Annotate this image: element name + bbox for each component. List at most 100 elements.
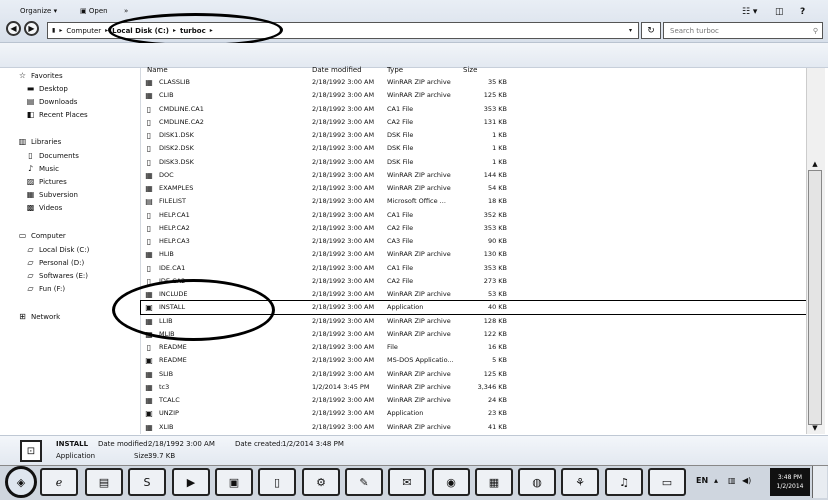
nav-local-disk-c[interactable]: ▱ Local Disk (C:) — [26, 246, 89, 255]
file-icon: ▯ — [146, 157, 152, 167]
file-row[interactable]: ▦ SLIB 2/18/1992 3:00 AM WinRAR ZIP archive… — [141, 368, 806, 381]
taskbar-settings-icon[interactable]: ⚘ — [561, 468, 599, 496]
nav-downloads[interactable]: ▤ Downloads — [26, 97, 78, 107]
file-name: README — [159, 356, 187, 365]
file-row[interactable]: ▯ CMDLINE.CA2 2/18/1992 3:00 AM CA2 File 131… — [141, 116, 806, 129]
taskbar-window-icon[interactable]: ▣ — [215, 468, 253, 496]
nav-videos[interactable]: ▩ Videos — [26, 203, 63, 213]
details-date-created-label: Date created: — [235, 440, 283, 448]
tray-expand-icon[interactable]: ▴ — [714, 476, 718, 485]
file-row[interactable]: ▯ HELP.CA3 2/18/1992 3:00 AM CA3 File 90 KB — [141, 235, 806, 248]
file-row[interactable]: ▦ DOC 2/18/1992 3:00 AM WinRAR ZIP archive 1… — [141, 169, 806, 182]
nav-desktop[interactable]: ▬ Desktop — [26, 85, 68, 94]
column-date-modified[interactable]: Date modified — [312, 66, 362, 74]
file-row[interactable]: ▯ DISK3.DSK 2/18/1992 3:00 AM DSK File 1 KB — [141, 156, 806, 169]
scroll-up-icon[interactable]: ▲ — [806, 160, 824, 170]
nav-network[interactable]: ⊞ Network — [18, 313, 60, 322]
nav-subversion[interactable]: ▦ Subversion — [26, 191, 78, 200]
downloads-icon: ▤ — [26, 97, 35, 106]
file-row[interactable]: ▯ DISK1.DSK 2/18/1992 3:00 AM DSK File 1 KB — [141, 129, 806, 142]
taskbar-ie-icon[interactable]: ℯ — [40, 468, 78, 496]
file-row[interactable]: ▤ FILELIST 2/18/1992 3:00 AM Microsoft Offi… — [141, 195, 806, 208]
refresh-button[interactable]: ↻ — [641, 22, 661, 39]
search-input[interactable]: Search turboc ⚲ — [663, 22, 823, 39]
nav-recent-places[interactable]: ◧ Recent Places — [26, 111, 88, 120]
language-indicator[interactable]: EN — [696, 476, 708, 485]
tray-volume-icon[interactable]: ◀) — [742, 476, 751, 485]
file-date-modified: 2/18/1992 3:00 AM — [312, 91, 375, 100]
file-row[interactable]: ▯ HELP.CA1 2/18/1992 3:00 AM CA1 File 352 KB — [141, 209, 806, 222]
file-row[interactable]: ▦ CLIB 2/18/1992 3:00 AM WinRAR ZIP archive… — [141, 89, 806, 102]
taskbar-media-icon[interactable]: ▶ — [172, 468, 210, 496]
file-row[interactable]: ▯ HELP.CA2 2/18/1992 3:00 AM CA2 File 353 KB — [141, 222, 806, 235]
breadcrumb-computer[interactable]: Computer — [66, 27, 101, 35]
file-date-modified: 2/18/1992 3:00 AM — [312, 184, 375, 192]
folder-icon: ▮ — [52, 27, 56, 34]
file-row[interactable]: ▯ IDE.CA1 2/18/1992 3:00 AM CA1 File 353 KB — [141, 262, 806, 275]
nav-libraries[interactable]: ▥ Libraries — [18, 138, 62, 147]
file-row[interactable]: ▦ HLIB 2/18/1992 3:00 AM WinRAR ZIP archive… — [141, 248, 806, 261]
change-view-icon[interactable]: ☷ ▾ — [742, 7, 757, 17]
file-size: 41 KB — [487, 422, 507, 431]
tray-clock[interactable]: 3:48 PM 1/2/2014 — [770, 468, 810, 496]
install-app-icon: ⊡ — [20, 440, 42, 462]
taskbar-tool-icon[interactable]: ⚙ — [302, 468, 340, 496]
scroll-down-icon[interactable]: ▼ — [806, 424, 824, 434]
file-row[interactable]: ▦ XLIB 2/18/1992 3:00 AM WinRAR ZIP archive… — [141, 421, 806, 434]
file-size: 3,346 KB — [477, 382, 507, 391]
file-name: XLIB — [159, 422, 174, 431]
start-button[interactable]: ◈ — [5, 466, 37, 498]
taskbar-explorer-icon[interactable]: ▤ — [85, 468, 123, 496]
column-size[interactable]: Size — [463, 66, 477, 74]
column-type[interactable]: Type — [387, 66, 403, 74]
address-dropdown-icon[interactable]: ▾ — [629, 27, 632, 34]
file-row[interactable]: ▣ README 2/18/1992 3:00 AM MS-DOS Applicati… — [141, 354, 806, 367]
taskbar-pen-icon[interactable]: ✎ — [345, 468, 383, 496]
file-row[interactable]: ▯ DISK2.DSK 2/18/1992 3:00 AM DSK File 1 KB — [141, 142, 806, 155]
file-row[interactable]: ▯ CMDLINE.CA1 2/18/1992 3:00 AM CA1 File 353… — [141, 103, 806, 116]
nav-computer[interactable]: ▭ Computer — [18, 232, 66, 241]
toolbar-more-button[interactable]: » — [124, 7, 128, 15]
organize-button[interactable]: Organize ▾ — [20, 7, 57, 15]
taskbar-music-icon[interactable]: ♫ — [605, 468, 643, 496]
file-date-modified: 2/18/1992 3:00 AM — [312, 170, 375, 179]
taskbar-browser-icon[interactable]: ◍ — [518, 468, 556, 496]
nav-personal-d[interactable]: ▱ Personal (D:) — [26, 259, 84, 268]
scrollbar-thumb[interactable] — [808, 170, 822, 425]
taskbar-document-icon[interactable]: ▯ — [258, 468, 296, 496]
clock-date: 1/2/2014 — [776, 483, 804, 490]
nav-softwares-e[interactable]: ▱ Softwares (E:) — [26, 272, 88, 281]
show-desktop-button[interactable] — [812, 466, 827, 498]
nav-music[interactable]: ♪ Music — [26, 165, 59, 174]
videos-icon: ▩ — [26, 203, 35, 212]
taskbar-terminal-icon[interactable]: ▭ — [648, 468, 686, 496]
file-name: EXAMPLES — [159, 184, 194, 192]
taskbar-image-icon[interactable]: ▦ — [475, 468, 513, 496]
nav-documents[interactable]: ▯ Documents — [26, 152, 79, 161]
file-date-modified: 2/18/1992 3:00 AM — [312, 422, 375, 431]
file-size: 128 KB — [483, 316, 507, 325]
preview-pane-icon[interactable]: ◫ — [775, 7, 784, 17]
file-icon: ▯ — [146, 104, 152, 114]
tray-network-icon[interactable]: ▥ — [728, 476, 736, 485]
file-icon: ▯ — [146, 131, 152, 140]
nav-fun-f[interactable]: ▱ Fun (F:) — [26, 285, 65, 294]
file-row[interactable]: ▦ EXAMPLES 2/18/1992 3:00 AM WinRAR ZIP arc… — [141, 182, 806, 195]
file-row[interactable]: ▦ TCALC 2/18/1992 3:00 AM WinRAR ZIP archiv… — [141, 394, 806, 407]
open-button[interactable]: ▣ Open — [80, 7, 108, 15]
nav-pictures[interactable]: ▨ Pictures — [26, 178, 67, 187]
zip-archive-icon: ▦ — [145, 170, 153, 180]
file-row[interactable]: ▦ CLASSLIB 2/18/1992 3:00 AM WinRAR ZIP arc… — [141, 76, 806, 89]
file-row[interactable]: ▣ UNZIP 2/18/1992 3:00 AM Application 23 KB — [141, 407, 806, 420]
nav-favorites[interactable]: ☆ Favorites — [18, 72, 63, 81]
back-button[interactable]: ◀ — [6, 21, 21, 36]
taskbar-app-icon[interactable]: S — [128, 468, 166, 496]
file-row[interactable]: ▦ tc3 1/2/2014 3:45 PM WinRAR ZIP archive 3,… — [141, 381, 806, 394]
taskbar-mail-icon[interactable]: ✉ — [388, 468, 426, 496]
column-name[interactable]: Name — [147, 66, 168, 74]
file-size: 23 KB — [487, 409, 507, 418]
file-row[interactable]: ▯ README 2/18/1992 3:00 AM File 16 KB — [141, 341, 806, 354]
forward-button[interactable]: ▶ — [24, 21, 39, 36]
help-icon[interactable]: ? — [800, 7, 805, 17]
taskbar-chat-icon[interactable]: ◉ — [432, 468, 470, 496]
